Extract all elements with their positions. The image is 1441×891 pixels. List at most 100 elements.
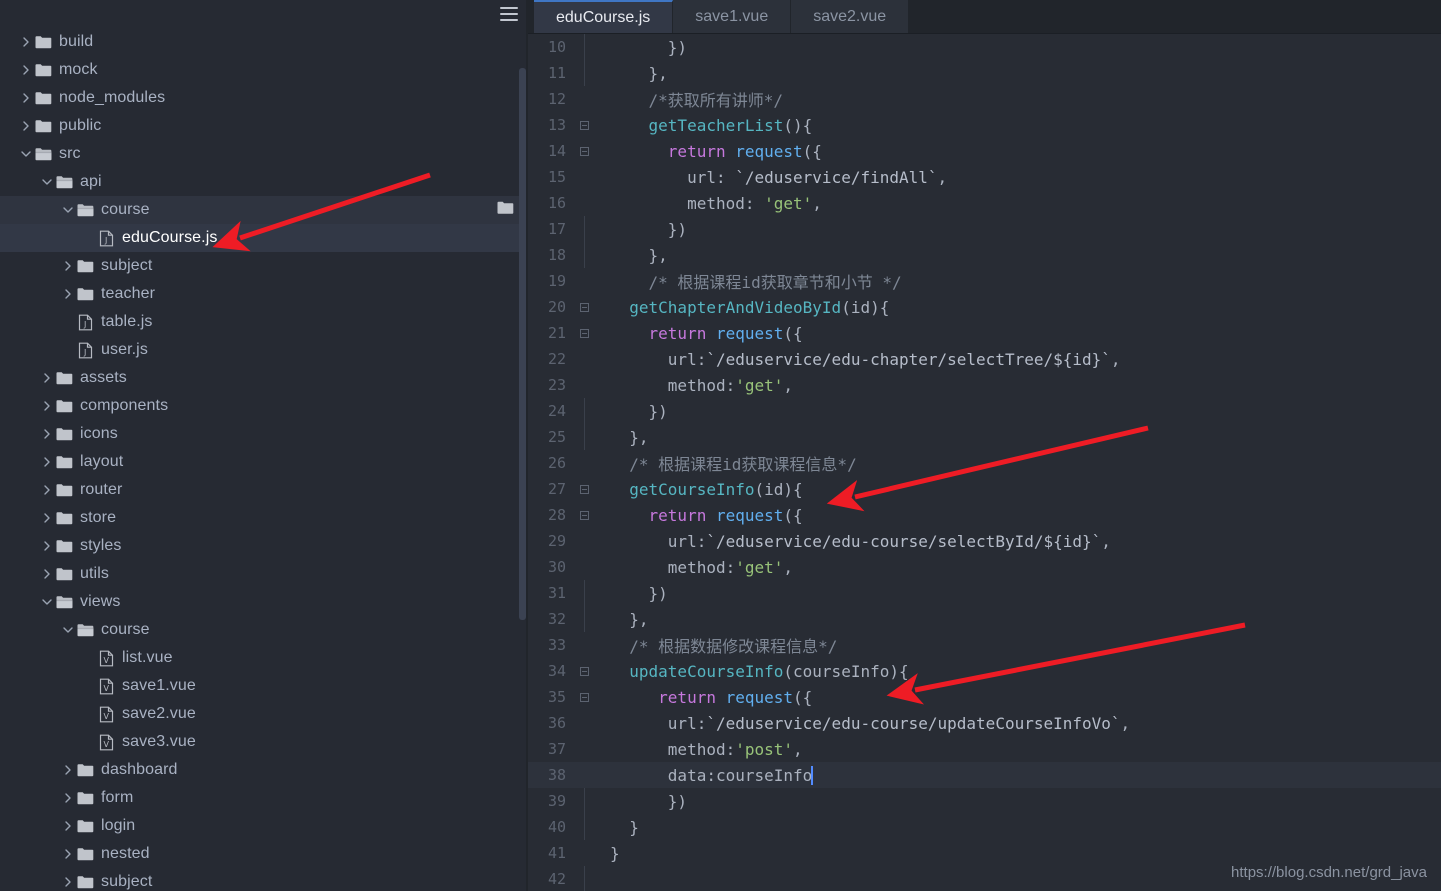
chevron-right-icon[interactable] [39, 504, 55, 532]
tree-item-course[interactable]: course [0, 616, 528, 644]
tree-item-subject[interactable]: subject [0, 252, 528, 280]
fold-marker[interactable] [574, 120, 594, 130]
code-line[interactable]: 35 return request({ [528, 684, 1441, 710]
chevron-down-icon[interactable] [18, 140, 34, 168]
tree-item-styles[interactable]: styles [0, 532, 528, 560]
tree-item-build[interactable]: build [0, 28, 528, 56]
code-line[interactable]: 11 }, [528, 60, 1441, 86]
tree-item-table-js[interactable]: Jtable.js [0, 308, 528, 336]
chevron-right-icon[interactable] [39, 560, 55, 588]
tree-item-login[interactable]: login [0, 812, 528, 840]
fold-marker[interactable] [574, 484, 594, 494]
code-line[interactable]: 30 method:'get', [528, 554, 1441, 580]
code-line[interactable]: 25 }, [528, 424, 1441, 450]
tree-item-views[interactable]: views [0, 588, 528, 616]
chevron-right-icon[interactable] [60, 840, 76, 868]
chevron-down-icon[interactable] [39, 588, 55, 616]
code-line[interactable]: 16 method: 'get', [528, 190, 1441, 216]
editor-tab-save2-vue[interactable]: save2.vue [791, 0, 910, 33]
chevron-down-icon[interactable] [60, 616, 76, 644]
code-line[interactable]: 12 /*获取所有讲师*/ [528, 86, 1441, 112]
tree-item-components[interactable]: components [0, 392, 528, 420]
editor-tab-educourse-js[interactable]: eduCourse.js [534, 0, 674, 33]
folder-icon[interactable] [497, 201, 514, 220]
code-line[interactable]: 18 }, [528, 242, 1441, 268]
fold-marker[interactable] [574, 146, 594, 156]
chevron-right-icon[interactable] [39, 392, 55, 420]
code-line[interactable]: 27 getCourseInfo(id){ [528, 476, 1441, 502]
tree-item-save2-vue[interactable]: Vsave2.vue [0, 700, 528, 728]
chevron-right-icon[interactable] [18, 84, 34, 112]
code-line[interactable]: 31 }) [528, 580, 1441, 606]
code-content[interactable]: 10 }) 11 }, 12 /*获取所有讲师*/13 getTeacherList… [528, 34, 1441, 891]
tree-item-list-vue[interactable]: Vlist.vue [0, 644, 528, 672]
tree-item-subject[interactable]: subject [0, 868, 528, 891]
code-line[interactable]: 24 }) [528, 398, 1441, 424]
code-line[interactable]: 14 return request({ [528, 138, 1441, 164]
chevron-right-icon[interactable] [39, 476, 55, 504]
tree-item-mock[interactable]: mock [0, 56, 528, 84]
code-line[interactable]: 19 /* 根据课程id获取章节和小节 */ [528, 268, 1441, 294]
chevron-right-icon[interactable] [18, 56, 34, 84]
tree-item-educourse-js[interactable]: JeduCourse.js [0, 224, 528, 252]
chevron-right-icon[interactable] [39, 420, 55, 448]
code-line[interactable]: 17 }) [528, 216, 1441, 242]
tree-item-form[interactable]: form [0, 784, 528, 812]
code-line[interactable]: 38 data:courseInfo [528, 762, 1441, 788]
tree-item-nested[interactable]: nested [0, 840, 528, 868]
chevron-right-icon[interactable] [18, 28, 34, 56]
code-line[interactable]: 33 /* 根据数据修改课程信息*/ [528, 632, 1441, 658]
chevron-right-icon[interactable] [18, 112, 34, 140]
chevron-right-icon[interactable] [39, 448, 55, 476]
code-line[interactable]: 22 url:`/eduservice/edu-chapter/selectTr… [528, 346, 1441, 372]
tree-item-teacher[interactable]: teacher [0, 280, 528, 308]
chevron-right-icon[interactable] [60, 280, 76, 308]
fold-marker[interactable] [574, 510, 594, 520]
code-line[interactable]: 41} [528, 840, 1441, 866]
code-line[interactable]: 26 /* 根据课程id获取课程信息*/ [528, 450, 1441, 476]
code-line[interactable]: 32 }, [528, 606, 1441, 632]
chevron-right-icon[interactable] [60, 868, 76, 891]
tree-item-save1-vue[interactable]: Vsave1.vue [0, 672, 528, 700]
code-line[interactable]: 40 } [528, 814, 1441, 840]
code-line[interactable]: 20 getChapterAndVideoById(id){ [528, 294, 1441, 320]
tree-item-save3-vue[interactable]: Vsave3.vue [0, 728, 528, 756]
chevron-right-icon[interactable] [39, 532, 55, 560]
tree-item-src[interactable]: src [0, 140, 528, 168]
tree-item-api[interactable]: api [0, 168, 528, 196]
code-line[interactable]: 29 url:`/eduservice/edu-course/selectByI… [528, 528, 1441, 554]
chevron-right-icon[interactable] [60, 756, 76, 784]
tree-item-assets[interactable]: assets [0, 364, 528, 392]
tree-item-layout[interactable]: layout [0, 448, 528, 476]
tree-item-store[interactable]: store [0, 504, 528, 532]
tree-item-course[interactable]: course [0, 196, 528, 224]
fold-marker[interactable] [574, 666, 594, 676]
code-line[interactable]: 36 url:`/eduservice/edu-course/updateCou… [528, 710, 1441, 736]
code-line[interactable]: 15 url: `/eduservice/findAll`, [528, 164, 1441, 190]
tree-item-utils[interactable]: utils [0, 560, 528, 588]
code-line[interactable]: 34 updateCourseInfo(courseInfo){ [528, 658, 1441, 684]
code-line[interactable]: 28 return request({ [528, 502, 1441, 528]
fold-marker[interactable] [574, 302, 594, 312]
chevron-right-icon[interactable] [60, 812, 76, 840]
code-line[interactable]: 10 }) [528, 34, 1441, 60]
tree-item-node-modules[interactable]: node_modules [0, 84, 528, 112]
chevron-right-icon[interactable] [60, 784, 76, 812]
code-line[interactable]: 23 method:'get', [528, 372, 1441, 398]
code-line[interactable]: 37 method:'post', [528, 736, 1441, 762]
tree-item-router[interactable]: router [0, 476, 528, 504]
sidebar-scrollbar[interactable] [519, 68, 526, 620]
code-line[interactable]: 39 }) [528, 788, 1441, 814]
editor-tab-save1-vue[interactable]: save1.vue [673, 0, 792, 33]
tree-item-dashboard[interactable]: dashboard [0, 756, 528, 784]
code-line[interactable]: 13 getTeacherList(){ [528, 112, 1441, 138]
tree-item-user-js[interactable]: Juser.js [0, 336, 528, 364]
tree-item-icons[interactable]: icons [0, 420, 528, 448]
chevron-down-icon[interactable] [60, 196, 76, 224]
hamburger-icon[interactable] [500, 7, 518, 21]
chevron-right-icon[interactable] [39, 364, 55, 392]
code-line[interactable]: 21 return request({ [528, 320, 1441, 346]
tree-item-public[interactable]: public [0, 112, 528, 140]
chevron-down-icon[interactable] [39, 168, 55, 196]
chevron-right-icon[interactable] [60, 252, 76, 280]
